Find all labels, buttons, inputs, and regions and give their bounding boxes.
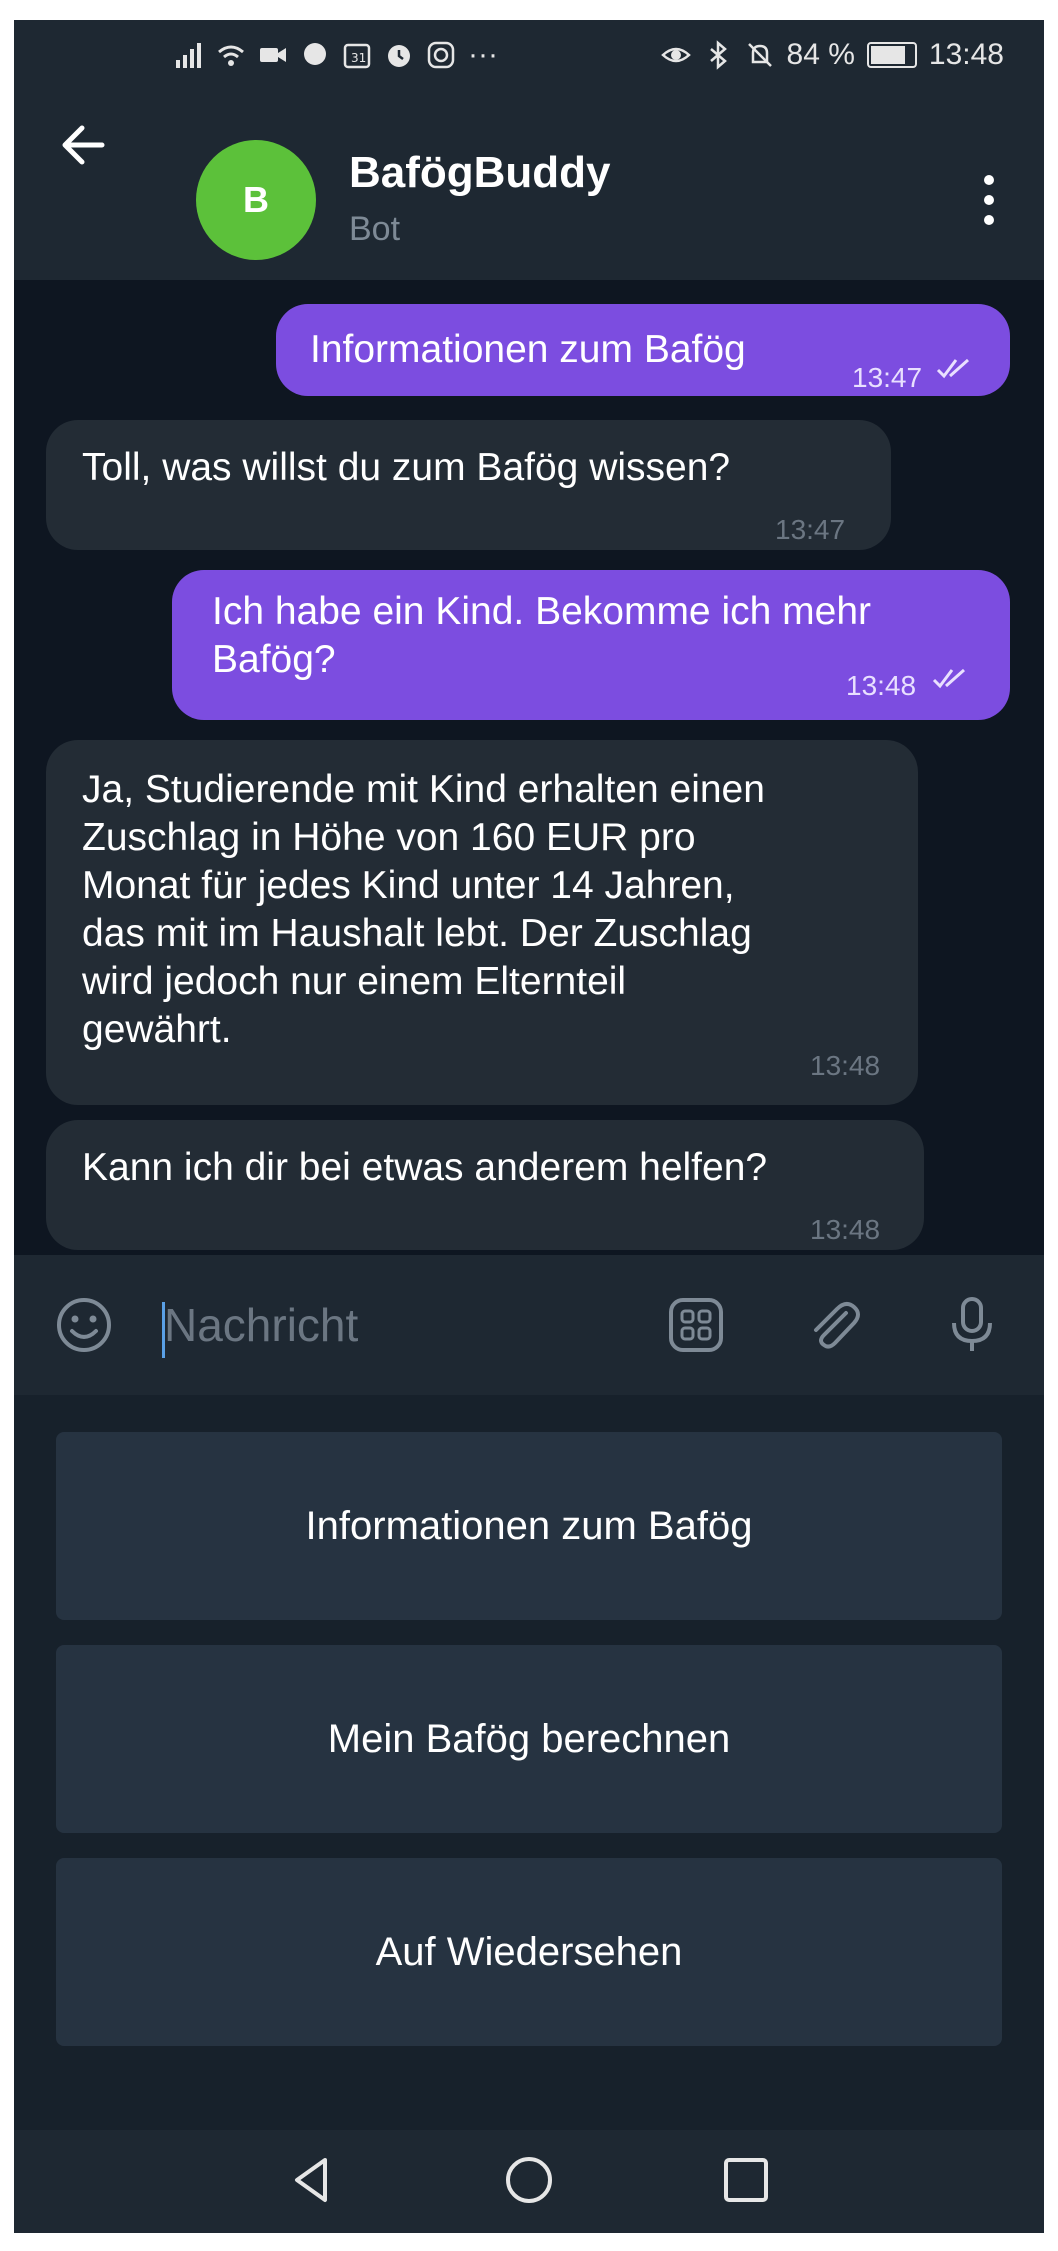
signal-icon <box>176 43 201 68</box>
message-line: Monat für jedes Kind unter 14 Jahren, <box>82 864 735 907</box>
message-line: wird jedoch nur einem Elternteil <box>82 960 627 1003</box>
message-outgoing[interactable]: Informationen zum Bafög 13:47 <box>276 304 1010 396</box>
status-overflow: ··· <box>468 38 498 71</box>
battery-icon <box>866 42 917 68</box>
message-outgoing[interactable]: Ich habe ein Kind. Bekomme ich mehr Bafö… <box>172 570 1010 720</box>
message-time: 13:48 <box>846 670 917 701</box>
message-line: gewährt. <box>82 1008 232 1051</box>
status-bar: 31 ··· 84 % 13:48 <box>14 20 1044 90</box>
eye-icon <box>660 47 691 63</box>
message-time: 13:47 <box>775 514 846 545</box>
message-text: Kann ich dir bei etwas anderem helfen? <box>82 1146 768 1189</box>
double-check-icon <box>936 358 969 379</box>
mute-bell-icon <box>747 43 772 67</box>
phone-screen: 31 ··· 84 % 13:48 B BafögBuddy Bot Infor… <box>14 20 1044 2233</box>
video-icon <box>260 48 286 62</box>
grid-icon[interactable] <box>666 1295 726 1355</box>
calendar-icon: 31 <box>343 43 371 69</box>
bluetooth-icon <box>709 40 727 70</box>
keyboard-button-goodbye[interactable]: Auf Wiedersehen <box>56 1858 1002 2046</box>
nav-home-icon[interactable] <box>501 2152 557 2208</box>
keyboard-button-calculate[interactable]: Mein Bafög berechnen <box>56 1645 1002 1833</box>
system-nav-bar <box>14 2130 1044 2233</box>
message-line: Bafög? <box>212 638 336 681</box>
arrow-left-icon[interactable] <box>54 115 114 175</box>
nav-recents-icon[interactable] <box>718 2152 774 2208</box>
avatar[interactable]: B <box>196 140 316 260</box>
message-incoming[interactable]: Toll, was willst du zum Bafög wissen? 13… <box>46 420 891 550</box>
message-time: 13:47 <box>852 362 923 393</box>
svg-text:31: 31 <box>351 51 366 65</box>
message-time: 13:48 <box>810 1050 881 1081</box>
message-text: Informationen zum Bafög <box>310 328 746 371</box>
message-incoming[interactable]: Ja, Studierende mit Kind erhalten einen … <box>46 740 918 1105</box>
battery-fill <box>870 46 905 64</box>
message-text: Toll, was willst du zum Bafög wissen? <box>82 446 731 489</box>
smiley-icon[interactable] <box>54 1295 114 1355</box>
chat-subtitle: Bot <box>349 210 401 248</box>
chat-title[interactable]: BafögBuddy <box>349 148 611 198</box>
message-line: Ja, Studierende mit Kind erhalten einen <box>82 768 765 811</box>
instagram-icon <box>427 41 455 69</box>
wifi-icon <box>218 45 244 66</box>
vertical-dots-icon[interactable] <box>974 170 1004 230</box>
keyboard-button-info[interactable]: Informationen zum Bafög <box>56 1432 1002 1620</box>
alarm-icon <box>388 45 410 67</box>
battery-percent: 84 % <box>786 38 855 71</box>
message-input[interactable]: Nachricht <box>164 1282 644 1368</box>
message-line: Ich habe ein Kind. Bekomme ich mehr <box>212 590 872 633</box>
message-time: 13:48 <box>810 1214 881 1245</box>
double-check-icon <box>932 668 965 689</box>
chat-bubble-icon <box>304 43 326 65</box>
microphone-icon[interactable] <box>942 1295 1002 1355</box>
paperclip-icon[interactable] <box>804 1295 864 1355</box>
message-line: Zuschlag in Höhe von 160 EUR pro <box>82 816 696 859</box>
nav-back-icon[interactable] <box>285 2152 341 2208</box>
message-incoming[interactable]: Kann ich dir bei etwas anderem helfen? 1… <box>46 1120 924 1250</box>
message-line: das mit im Haushalt lebt. Der Zuschlag <box>82 912 752 955</box>
status-time: 13:48 <box>928 38 1004 71</box>
